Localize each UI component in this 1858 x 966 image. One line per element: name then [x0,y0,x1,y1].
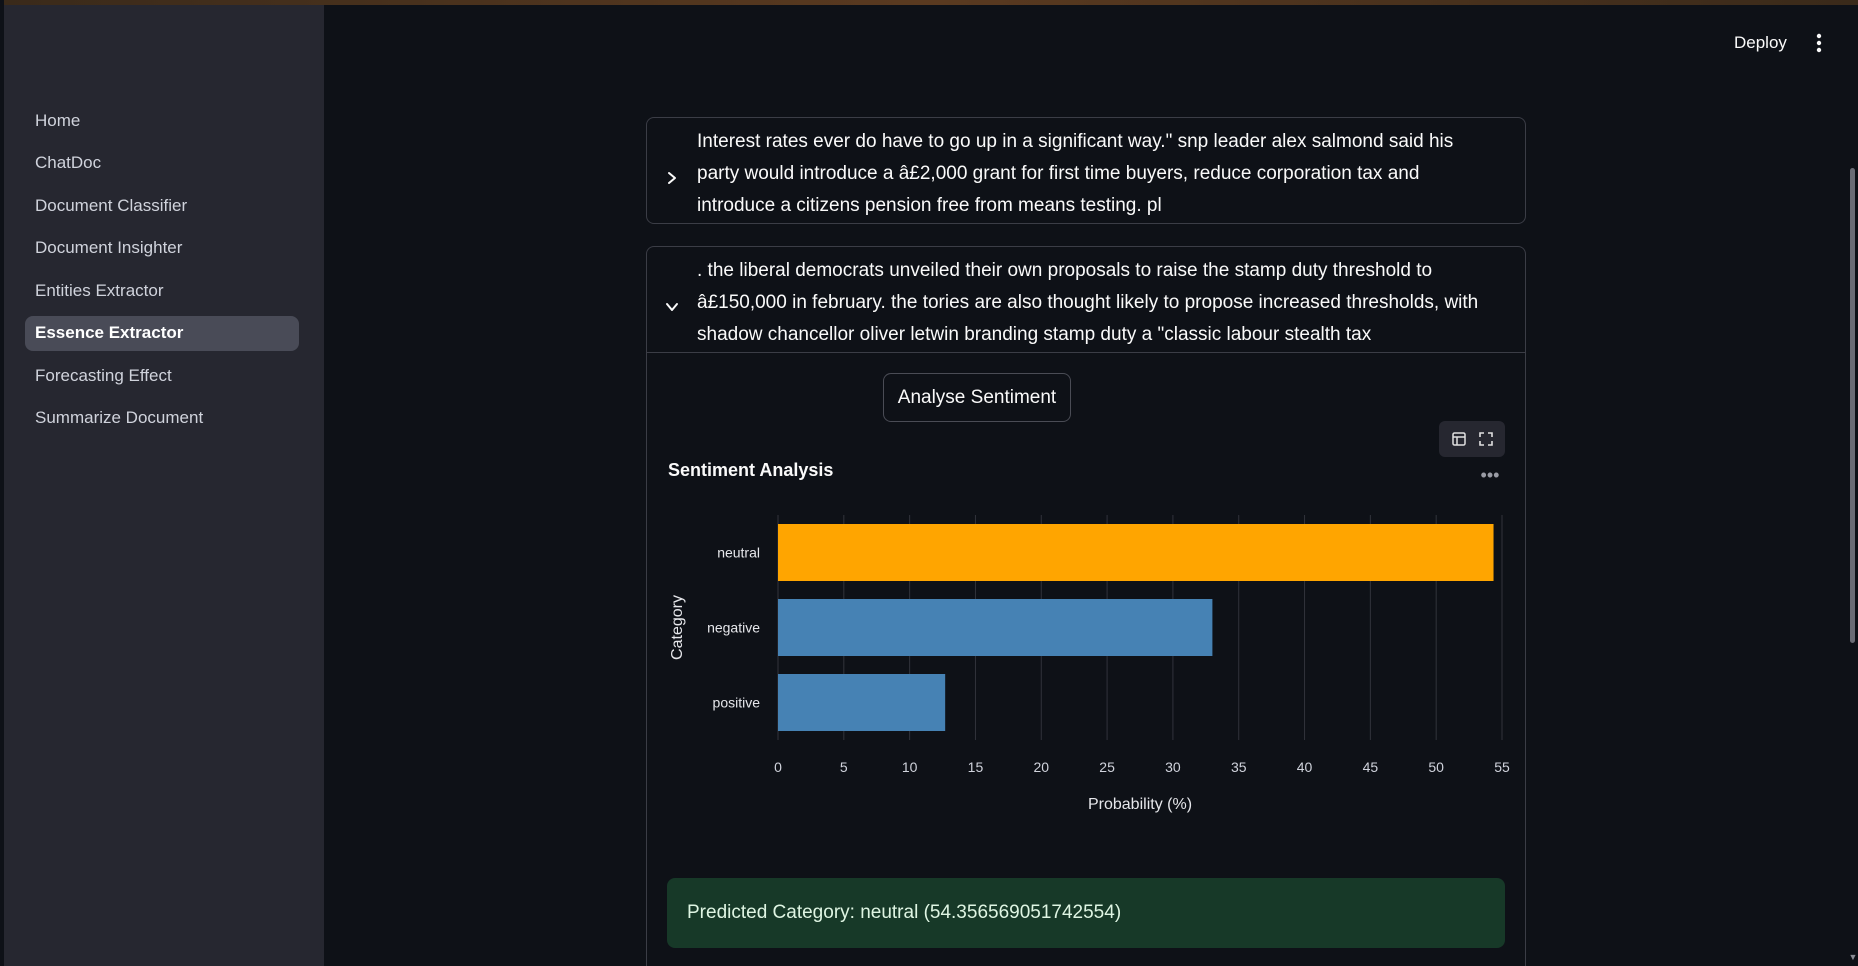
bar-negative [778,599,1213,656]
y-axis-title: Category [669,595,686,660]
y-tick-label: neutral [717,545,760,561]
chart-title: Sentiment Analysis [668,460,834,480]
x-tick-label: 30 [1165,759,1181,775]
x-tick-label: 15 [968,759,984,775]
sidebar-item-entities-extractor[interactable]: Entities Extractor [25,273,299,308]
expander-header[interactable]: . the liberal democrats unveiled their o… [647,247,1525,353]
sidebar-item-chatdoc[interactable]: ChatDoc [25,146,299,181]
sidebar-item-document-classifier[interactable]: Document Classifier [25,188,299,223]
chart-more-icon[interactable]: ••• [1478,466,1502,490]
bar-positive [778,674,946,731]
scroll-down-arrow-icon[interactable]: ▼ [1848,952,1858,964]
fullscreen-icon[interactable] [1476,429,1496,449]
sidebar-nav: Home ChatDoc Document Classifier Documen… [25,103,299,443]
x-tick-label: 40 [1297,759,1313,775]
x-tick-label: 25 [1099,759,1115,775]
predicted-category-alert: Predicted Category: neutral (54.35656905… [667,878,1505,948]
x-tick-label: 10 [902,759,918,775]
x-tick-label: 45 [1363,759,1379,775]
x-axis-title: Probability (%) [1088,796,1192,813]
chevron-right-icon [665,164,679,184]
sidebar-item-document-insighter[interactable]: Document Insighter [25,231,299,266]
x-tick-label: 55 [1494,759,1510,775]
chart-toolbar [1439,421,1505,457]
x-tick-label: 35 [1231,759,1247,775]
analyse-sentiment-button[interactable]: Analyse Sentiment [883,373,1071,422]
sidebar-item-summarize-document[interactable]: Summarize Document [25,401,299,436]
main-menu-icon[interactable] [1808,28,1830,58]
predicted-category-text: Predicted Category: neutral (54.35656905… [687,902,1122,923]
x-tick-label: 20 [1033,759,1049,775]
expander-text: . the liberal democrats unveiled their o… [697,260,1479,345]
scrollbar-thumb[interactable] [1850,168,1855,643]
sidebar-item-forecasting-effect[interactable]: Forecasting Effect [25,358,299,393]
sidebar-item-home[interactable]: Home [25,103,299,138]
deploy-button[interactable]: Deploy [1722,28,1799,58]
x-tick-label: 0 [774,759,782,775]
y-tick-label: positive [713,695,761,711]
sidebar-item-essence-extractor[interactable]: Essence Extractor [25,315,299,351]
x-tick-label: 5 [840,759,848,775]
sidebar: Home ChatDoc Document Classifier Documen… [4,5,324,966]
table-view-icon[interactable] [1449,429,1469,449]
bar-neutral [778,524,1494,581]
x-tick-label: 50 [1428,759,1444,775]
y-tick-label: negative [707,620,760,636]
chevron-down-icon [665,293,679,311]
sentiment-bar-chart: 0 5 10 15 20 25 30 35 40 45 50 55 neutral negative pos… [669,515,1510,813]
expander-header[interactable]: Interest rates ever do have to go up in … [647,118,1525,223]
expander-text: Interest rates ever do have to go up in … [697,131,1454,216]
text-chunk-expander[interactable]: Interest rates ever do have to go up in … [646,117,1526,224]
